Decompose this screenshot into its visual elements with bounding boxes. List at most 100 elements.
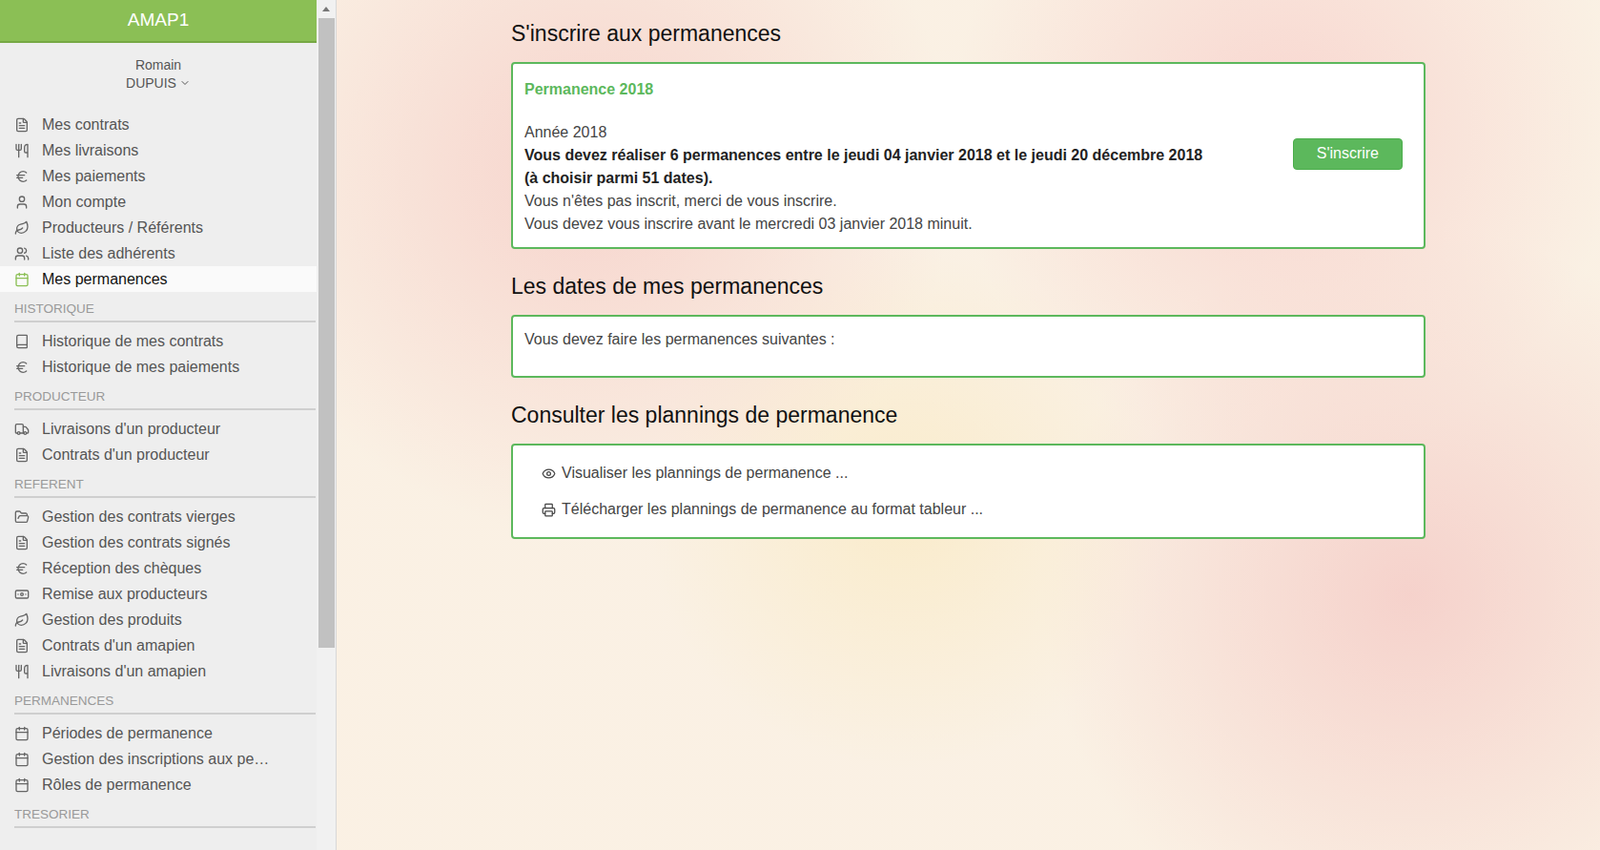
sidebar-item[interactable]: Gestion des produits: [0, 606, 317, 633]
menu-icon: [14, 246, 30, 262]
sidebar-item-label: Producteurs / Référents: [41, 219, 204, 237]
menu-icon: [14, 168, 30, 185]
sidebar-item-label: Livraisons d'un producteur: [41, 420, 221, 438]
sidebar-item[interactable]: Réception des chèques: [0, 554, 317, 581]
register-button[interactable]: S'inscrire: [1292, 138, 1403, 170]
main: S'inscrire aux permanencesPermanence 201…: [336, 0, 1600, 850]
card-title: Permanence 2018: [524, 81, 1274, 99]
sidebar-item-label: Gestion des contrats signés: [41, 533, 230, 552]
sidebar-item[interactable]: Périodes de permanence: [0, 719, 317, 746]
menu-icon: [14, 777, 30, 793]
sidebar-item-label: Historique de mes contrats: [41, 332, 224, 350]
sidebar-item[interactable]: Historique de mes contrats: [0, 328, 317, 354]
sidebar-item[interactable]: Historique de mes paiements: [0, 353, 317, 380]
dates-card: Vous devez faire les permanences suivant…: [511, 314, 1426, 378]
menu-icon: [14, 612, 30, 628]
section-title: Consulter les plannings de permanence: [511, 402, 1426, 429]
sidebar-item-label: Gestion des produits: [41, 611, 183, 629]
sidebar-item[interactable]: Mes paiements: [0, 163, 317, 189]
scrollbar[interactable]: [316, 0, 336, 850]
card-line: (à choisir parmi 51 dates).: [524, 166, 1274, 190]
section-title: Les dates de mes permanences: [511, 273, 1426, 300]
sidebar-item[interactable]: Contrats d'un producteur: [0, 441, 317, 468]
card-body: Permanence 2018 Année 2018Vous devez réal…: [524, 71, 1274, 236]
menu-icon: [14, 117, 30, 133]
planning-link-label: Visualiser les plannings de permanence .…: [561, 464, 848, 482]
plannings-card: Visualiser les plannings de permanence .…: [511, 443, 1426, 539]
sidebar: AMAP1RomainDUPUIS Mes contrats Mes livrais…: [0, 0, 337, 850]
menu-icon: [14, 509, 30, 525]
card-line: Vous n'êtes pas inscrit, merci de vous i…: [524, 189, 1274, 213]
sidebar-item-label: Liste des adhérents: [41, 245, 176, 263]
sidebar-item[interactable]: Mes permanences: [0, 266, 317, 292]
menu-icon: [14, 725, 30, 741]
user-first-name: Romain: [135, 57, 182, 73]
sidebar-item-label: Rôles de permanence: [41, 776, 192, 794]
sidebar-item-label: Mes permanences: [41, 270, 168, 288]
menu-icon: [14, 421, 30, 437]
scroll-thumb[interactable]: [318, 18, 335, 648]
menu-icon: [14, 359, 30, 375]
menu-icon: [14, 586, 30, 602]
sidebar-item-label: Remise aux producteurs: [41, 585, 207, 603]
menu-icon: [14, 447, 30, 463]
section-label: TRESORIER: [14, 806, 316, 828]
sidebar-item[interactable]: Contrats d'un amapien: [0, 632, 317, 658]
sidebar-nav: AMAP1RomainDUPUIS Mes contrats Mes livrais…: [0, 0, 317, 850]
page: AMAP1RomainDUPUIS Mes contrats Mes livrais…: [0, 0, 1600, 850]
sidebar-item[interactable]: Liste des adhérents: [0, 240, 317, 267]
menu-icon: [14, 194, 30, 210]
sidebar-item-label: Mes paiements: [41, 167, 146, 185]
sidebar-item[interactable]: Livraisons d'un amapien: [0, 657, 317, 684]
content: S'inscrire aux permanencesPermanence 201…: [511, 0, 1426, 850]
scroll-up-icon[interactable]: [321, 4, 331, 15]
sidebar-item-label: Réception des chèques: [41, 559, 202, 577]
menu-icon: [14, 534, 30, 551]
sidebar-item[interactable]: Gestion des inscriptions aux pe…: [0, 745, 317, 772]
menu-icon: [14, 271, 30, 288]
printer-icon: [541, 502, 556, 517]
planning-link[interactable]: Télécharger les plannings de permanence …: [524, 491, 1413, 528]
card-line: Année 2018: [524, 121, 1274, 144]
sidebar-item[interactable]: Rôles de permanence: [0, 771, 317, 798]
card-line: Vous devez réaliser 6 permanences entre …: [524, 143, 1274, 167]
menu-icon: [14, 143, 30, 159]
sidebar-item-label: Mes contrats: [41, 116, 130, 134]
menu-icon: [14, 637, 30, 654]
menu-icon: [14, 663, 30, 679]
user-menu[interactable]: RomainDUPUIS: [0, 42, 317, 112]
card-line: Vous devez vous inscrire avant le mercre…: [524, 212, 1274, 236]
menu-icon: [14, 220, 30, 236]
section-label: PRODUCTEUR: [14, 389, 316, 411]
sidebar-item[interactable]: Remise aux producteurs: [0, 580, 317, 607]
eye-icon: [541, 466, 556, 481]
planning-link[interactable]: Visualiser les plannings de permanence .…: [524, 454, 1413, 492]
sidebar-item[interactable]: Mon compte: [0, 188, 317, 215]
sidebar-item-label: Contrats d'un producteur: [41, 446, 210, 464]
section-label: PERMANENCES: [14, 693, 316, 715]
registration-card: Permanence 2018 Année 2018Vous devez réal…: [511, 61, 1426, 249]
sidebar-item[interactable]: Gestion des contrats vierges: [0, 503, 317, 530]
menu-icon: [14, 560, 30, 576]
sidebar-item[interactable]: Livraisons d'un producteur: [0, 415, 317, 442]
sidebar-item-label: Historique de mes paiements: [41, 358, 240, 376]
brand: AMAP1: [0, 0, 317, 43]
sidebar-item[interactable]: Mes contrats: [0, 111, 317, 138]
menu-icon: [14, 751, 30, 767]
sidebar-item-label: Mes livraisons: [41, 142, 139, 160]
card-line: Vous devez faire les permanences suivant…: [524, 328, 836, 351]
menu-icon: [14, 333, 30, 349]
chevron-down-icon: [179, 77, 191, 89]
planning-link-label: Télécharger les plannings de permanence …: [561, 500, 984, 518]
sidebar-item-label: Périodes de permanence: [41, 724, 213, 742]
sidebar-item-label: Mon compte: [41, 193, 126, 211]
sidebar-item[interactable]: Gestion des contrats signés: [0, 529, 317, 555]
sidebar-item[interactable]: Mes livraisons: [0, 137, 317, 164]
sidebar-item-label: Gestion des inscriptions aux pe…: [41, 750, 269, 768]
section-label: REFERENT: [14, 476, 316, 498]
sidebar-item-label: Livraisons d'un amapien: [41, 662, 206, 680]
sidebar-item-label: Contrats d'un amapien: [41, 636, 195, 655]
sidebar-item[interactable]: Producteurs / Référents: [0, 214, 317, 241]
sidebar-item-label: Gestion des contrats vierges: [41, 508, 236, 526]
section-label: HISTORIQUE: [14, 301, 316, 323]
